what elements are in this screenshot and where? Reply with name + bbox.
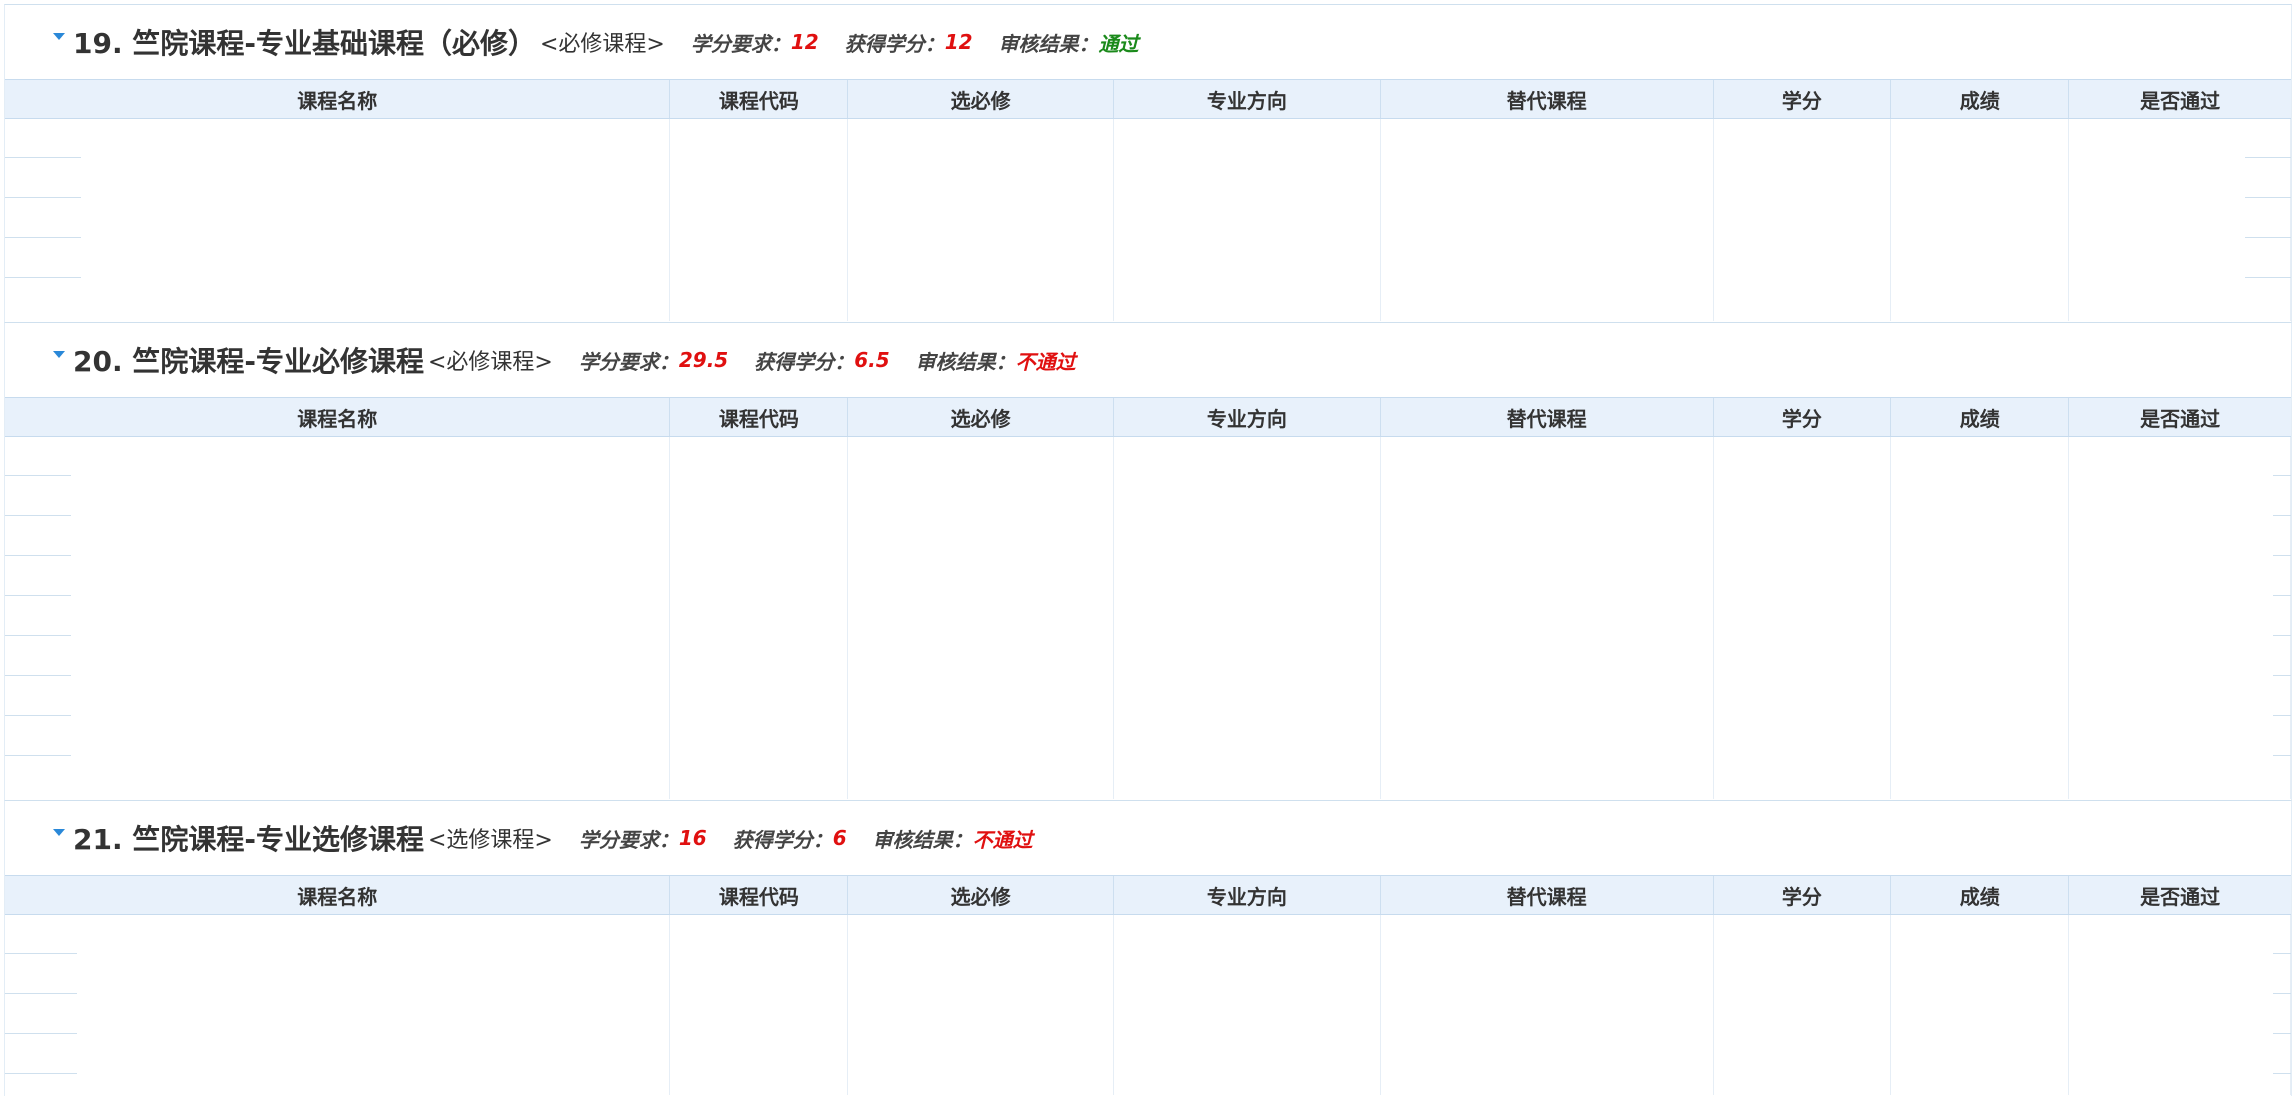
course-section-19: 19. 竺院课程-专业基础课程（必修） <必修课程> 学分要求： 12 获得学分… — [4, 4, 2292, 322]
table-row — [2273, 993, 2291, 994]
section-title: 19. 竺院课程-专业基础课程（必修） — [73, 27, 536, 60]
table-row — [5, 755, 71, 756]
col-credits[interactable]: 学分 — [1714, 876, 1892, 914]
course-section-20: 20. 竺院课程-专业必修课程 <必修课程> 学分要求： 29.5 获得学分： … — [4, 322, 2292, 800]
table-row — [5, 1033, 77, 1034]
table-header: 课程名称 课程代码 选必修 专业方向 替代课程 学分 成绩 是否通过 — [5, 79, 2291, 119]
col-course-code[interactable]: 课程代码 — [670, 398, 849, 436]
table-row — [2245, 237, 2291, 238]
earned-credits-label: 获得学分： — [754, 349, 855, 374]
col-passed[interactable]: 是否通过 — [2069, 80, 2291, 118]
col-course-code[interactable]: 课程代码 — [670, 80, 849, 118]
table-row — [5, 237, 81, 238]
table-row — [5, 277, 81, 278]
col-major-direction[interactable]: 专业方向 — [1114, 876, 1381, 914]
table-row — [2273, 1033, 2291, 1034]
section-header[interactable]: 20. 竺院课程-专业必修课程 <必修课程> 学分要求： 29.5 获得学分： … — [5, 323, 2291, 397]
table-row — [2273, 635, 2291, 636]
table-body — [5, 915, 2291, 1095]
table-body — [5, 437, 2291, 799]
course-section-21: 21. 竺院课程-专业选修课程 <选修课程> 学分要求： 16 获得学分： 6 … — [4, 800, 2292, 1096]
earned-credits-label: 获得学分： — [844, 31, 945, 56]
col-major-direction[interactable]: 专业方向 — [1114, 80, 1381, 118]
collapse-caret-icon[interactable] — [53, 829, 65, 836]
table-row — [2273, 1073, 2291, 1074]
section-header[interactable]: 19. 竺院课程-专业基础课程（必修） <必修课程> 学分要求： 12 获得学分… — [5, 5, 2291, 79]
col-course-name[interactable]: 课程名称 — [5, 398, 671, 436]
col-substitute-course[interactable]: 替代课程 — [1381, 80, 1714, 118]
review-result-value: 不通过 — [1015, 349, 1076, 374]
col-elective-required[interactable]: 选必修 — [848, 876, 1115, 914]
section-type: <必修课程> — [539, 32, 665, 57]
required-credits-value: 12 — [790, 30, 819, 54]
table-row — [2273, 715, 2291, 716]
table-row — [2245, 157, 2291, 158]
table-row — [2273, 555, 2291, 556]
col-grade[interactable]: 成绩 — [1891, 80, 2070, 118]
table-row — [2245, 277, 2291, 278]
col-substitute-course[interactable]: 替代课程 — [1381, 398, 1714, 436]
table-row — [5, 635, 71, 636]
table-header: 课程名称 课程代码 选必修 专业方向 替代课程 学分 成绩 是否通过 — [5, 397, 2291, 437]
review-result-label: 审核结果： — [998, 31, 1099, 56]
col-substitute-course[interactable]: 替代课程 — [1381, 876, 1714, 914]
required-credits-value: 16 — [678, 826, 707, 850]
required-credits-label: 学分要求： — [690, 31, 791, 56]
table-row — [2273, 515, 2291, 516]
col-passed[interactable]: 是否通过 — [2069, 398, 2291, 436]
review-result-value: 通过 — [1098, 31, 1139, 56]
col-course-name[interactable]: 课程名称 — [5, 876, 671, 914]
earned-credits-value: 6 — [832, 826, 847, 850]
col-major-direction[interactable]: 专业方向 — [1114, 398, 1381, 436]
col-elective-required[interactable]: 选必修 — [848, 80, 1115, 118]
earned-credits-label: 获得学分： — [732, 827, 833, 852]
section-header[interactable]: 21. 竺院课程-专业选修课程 <选修课程> 学分要求： 16 获得学分： 6 … — [5, 801, 2291, 875]
table-row — [2273, 953, 2291, 954]
collapse-caret-icon[interactable] — [53, 33, 65, 40]
table-row — [5, 515, 71, 516]
review-result-label: 审核结果： — [915, 349, 1016, 374]
table-row — [5, 953, 77, 954]
required-credits-label: 学分要求： — [578, 349, 679, 374]
table-body — [5, 119, 2291, 321]
required-credits-value: 29.5 — [678, 348, 729, 372]
col-grade[interactable]: 成绩 — [1891, 398, 2070, 436]
table-row — [2273, 595, 2291, 596]
col-elective-required[interactable]: 选必修 — [848, 398, 1115, 436]
table-row — [5, 475, 71, 476]
col-grade[interactable]: 成绩 — [1891, 876, 2070, 914]
table-row — [2273, 675, 2291, 676]
table-row — [5, 715, 71, 716]
section-type: <选修课程> — [427, 828, 553, 853]
table-row — [2273, 755, 2291, 756]
required-credits-label: 学分要求： — [578, 827, 679, 852]
table-row — [5, 1073, 77, 1074]
section-title: 21. 竺院课程-专业选修课程 — [73, 823, 424, 856]
collapse-caret-icon[interactable] — [53, 351, 65, 358]
table-header: 课程名称 课程代码 选必修 专业方向 替代课程 学分 成绩 是否通过 — [5, 875, 2291, 915]
col-passed[interactable]: 是否通过 — [2069, 876, 2291, 914]
col-course-code[interactable]: 课程代码 — [670, 876, 849, 914]
table-row — [5, 555, 71, 556]
col-credits[interactable]: 学分 — [1714, 80, 1892, 118]
table-row — [5, 197, 81, 198]
table-row — [2273, 475, 2291, 476]
table-row — [5, 595, 71, 596]
section-title: 20. 竺院课程-专业必修课程 — [73, 345, 424, 378]
section-type: <必修课程> — [427, 350, 553, 375]
review-result-label: 审核结果： — [872, 827, 973, 852]
earned-credits-value: 12 — [944, 30, 973, 54]
col-course-name[interactable]: 课程名称 — [5, 80, 671, 118]
table-row — [5, 675, 71, 676]
table-row — [5, 157, 81, 158]
review-result-value: 不通过 — [972, 827, 1033, 852]
earned-credits-value: 6.5 — [854, 348, 890, 372]
col-credits[interactable]: 学分 — [1714, 398, 1892, 436]
table-row — [5, 993, 77, 994]
table-row — [2245, 197, 2291, 198]
